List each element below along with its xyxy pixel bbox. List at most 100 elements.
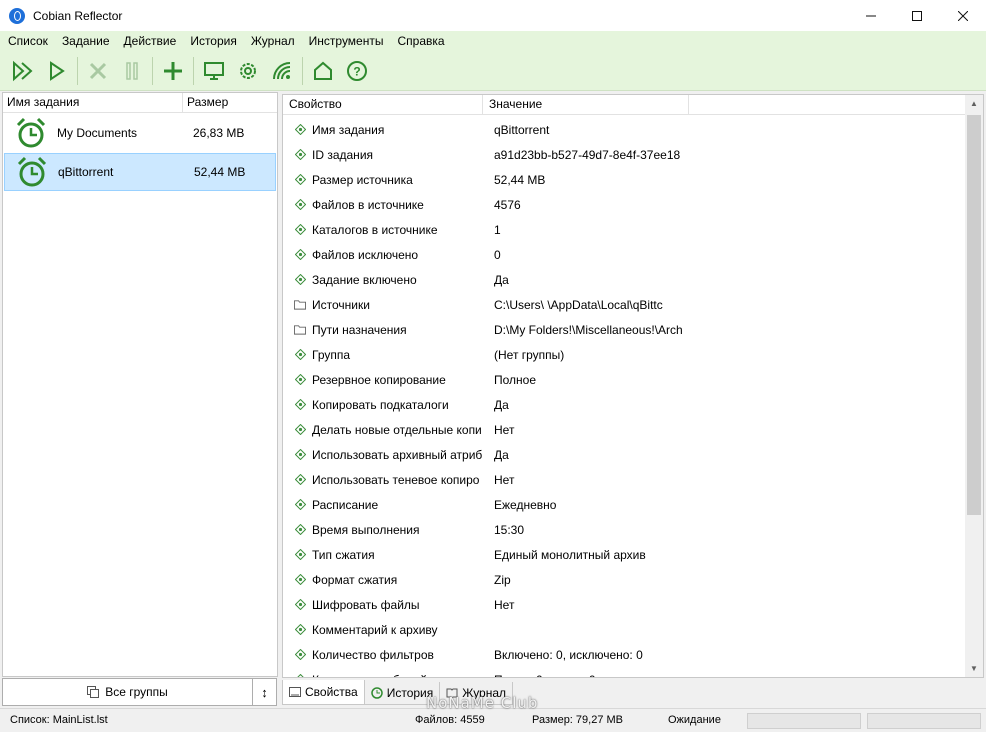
property-value: Включено: 0, исключено: 0 [494, 647, 643, 662]
sort-button[interactable]: ↕ [253, 678, 277, 706]
property-value: Да [494, 397, 509, 412]
groups-icon [87, 686, 100, 698]
property-value: C:\Users\ \AppData\Local\qBittc [494, 297, 663, 312]
monitor-button[interactable] [197, 54, 231, 88]
menu-action[interactable]: Действие [117, 31, 184, 51]
menu-help[interactable]: Справка [390, 31, 451, 51]
scroll-down-icon[interactable]: ▼ [965, 660, 983, 677]
property-value: Нет [494, 422, 515, 437]
property-diamond-icon [294, 499, 306, 511]
menu-log[interactable]: Журнал [244, 31, 302, 51]
property-row[interactable]: Делать новые отдельные копи Нет [283, 417, 963, 442]
settings-button[interactable] [231, 54, 265, 88]
run-all-icon [13, 60, 33, 81]
property-key: Каталогов в источнике [312, 222, 438, 237]
history-tab-icon [370, 687, 383, 699]
property-key: Резервное копирование [312, 372, 446, 387]
status-state: Ожидание [668, 714, 721, 726]
task-row-qbittorrent[interactable]: qBittorrent 52,44 MB [4, 153, 276, 191]
property-row[interactable]: Копировать подкаталоги Да [283, 392, 963, 417]
property-row[interactable]: Шифровать файлы Нет [283, 592, 963, 617]
property-row[interactable]: Резервное копирование Полное [283, 367, 963, 392]
property-diamond-icon [294, 549, 306, 561]
property-row[interactable]: Комментарий к архиву [283, 617, 963, 642]
property-row[interactable]: Имя задания qBittorrent [283, 117, 963, 142]
property-diamond-icon [294, 199, 306, 211]
property-key: Количество фильтров [312, 647, 434, 662]
toolbar-separator [193, 56, 194, 85]
property-row[interactable]: Файлов исключено 0 [283, 242, 963, 267]
help-button[interactable]: ? [340, 54, 374, 88]
property-row[interactable]: Использовать теневое копиро Нет [283, 467, 963, 492]
property-row[interactable]: Расписание Ежедневно [283, 492, 963, 517]
maximize-button[interactable] [894, 0, 940, 31]
watermark: NoNaMe Club [426, 694, 539, 712]
property-value: 15:30 [494, 522, 525, 537]
run-button[interactable] [40, 54, 74, 88]
all-groups-button[interactable]: Все группы [2, 678, 253, 706]
menu-tools[interactable]: Инструменты [302, 31, 391, 51]
property-value: (Нет группы) [494, 347, 565, 362]
property-row[interactable]: Задание включено Да [283, 267, 963, 292]
column-header-size[interactable]: Размер [183, 93, 277, 112]
add-task-button[interactable] [156, 54, 190, 88]
menu-history[interactable]: История [183, 31, 244, 51]
close-button[interactable] [940, 0, 986, 31]
properties-header: Свойство Значение [283, 95, 983, 115]
close-icon [958, 10, 968, 21]
tab-properties[interactable]: Свойства [282, 680, 365, 705]
task-row-my-documents[interactable]: My Documents 26,83 MB [4, 114, 276, 152]
alarm-clock-icon [16, 117, 46, 148]
task-size: 26,83 MB [193, 126, 245, 140]
maximize-icon [912, 10, 922, 21]
all-groups-label: Все группы [105, 685, 168, 699]
property-row[interactable]: Размер источника 52,44 MB [283, 167, 963, 192]
property-row[interactable]: ID задания a91d23bb-b527-49d7-8e4f-37ee18 [283, 142, 963, 167]
network-button[interactable] [265, 54, 299, 88]
property-row[interactable]: Пути назначения D:\My Folders!\Miscellane… [283, 317, 963, 342]
property-value: qBittorrent [494, 122, 550, 137]
column-header-name[interactable]: Имя задания [3, 93, 183, 112]
settings-icon [240, 62, 256, 79]
property-row[interactable]: Каталогов в источнике 1 [283, 217, 963, 242]
property-row[interactable]: Тип сжатия Единый монолитный архив [283, 542, 963, 567]
property-row[interactable]: Формат сжатия Zip [283, 567, 963, 592]
menu-list[interactable]: Список [0, 31, 55, 51]
property-row[interactable]: Использовать архивный атриб Да [283, 442, 963, 467]
minimize-button[interactable] [848, 0, 894, 31]
monitor-icon [204, 61, 224, 80]
toolbar: ? [0, 51, 986, 91]
property-key: Тип сжатия [312, 547, 375, 562]
home-button[interactable] [306, 54, 340, 88]
scroll-thumb[interactable] [967, 115, 981, 515]
property-row[interactable]: Количество событий Перед: 0, после: 0 [283, 667, 963, 677]
run-icon [50, 60, 65, 81]
task-name: qBittorrent [58, 165, 114, 179]
run-all-button[interactable] [6, 54, 40, 88]
property-key: Расписание [312, 497, 379, 512]
property-key: ID задания [312, 147, 374, 162]
stop-button[interactable] [81, 54, 115, 88]
property-row[interactable]: Файлов в источнике 4576 [283, 192, 963, 217]
property-row[interactable]: Источники C:\Users\ \AppData\Local\qBittc [283, 292, 963, 317]
column-header-value[interactable]: Значение [483, 95, 689, 114]
property-row[interactable]: Время выполнения 15:30 [283, 517, 963, 542]
property-diamond-icon [294, 624, 306, 636]
vertical-scrollbar[interactable]: ▲ ▼ [965, 95, 983, 677]
properties-tab-icon [289, 687, 301, 697]
pause-button[interactable] [115, 54, 149, 88]
property-value: Полное [494, 372, 537, 387]
menu-task[interactable]: Задание [55, 31, 117, 51]
property-value: Да [494, 272, 509, 287]
property-row[interactable]: Группа (Нет группы) [283, 342, 963, 367]
scroll-up-icon[interactable]: ▲ [965, 95, 983, 112]
property-row[interactable]: Количество фильтров Включено: 0, исключен… [283, 642, 963, 667]
help-icon: ? [347, 60, 367, 81]
status-size: Размер: 79,27 MB [532, 714, 624, 726]
property-diamond-icon [294, 449, 306, 461]
property-key: Имя задания [312, 122, 385, 137]
task-name: My Documents [57, 126, 138, 140]
column-header-property[interactable]: Свойство [283, 95, 483, 114]
property-diamond-icon [294, 224, 306, 236]
property-value: 4576 [494, 197, 521, 212]
